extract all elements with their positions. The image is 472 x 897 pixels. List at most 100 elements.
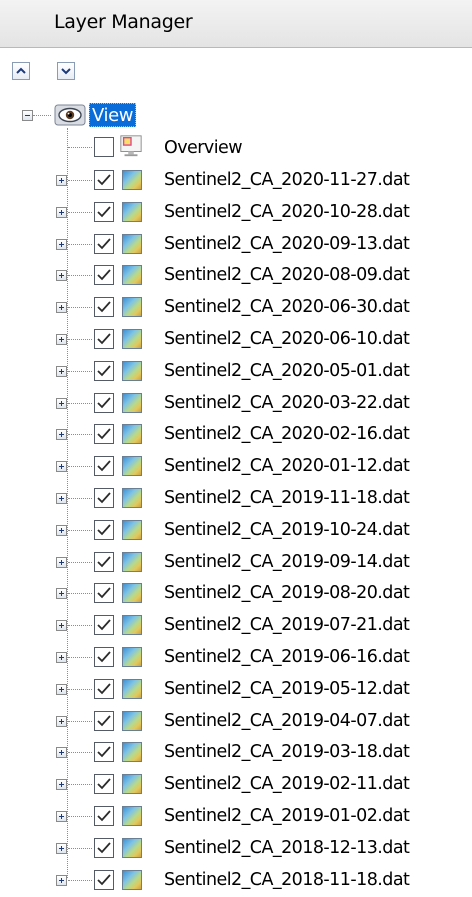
layer-expand-toggle[interactable] [56,302,67,313]
layer-visibility-checkbox[interactable] [94,552,114,572]
layer-visibility-checkbox[interactable] [94,615,114,635]
layer-visibility-checkbox[interactable] [94,234,114,254]
layer-visibility-checkbox[interactable] [94,265,114,285]
layer-expand-toggle[interactable] [56,525,67,536]
layer-expand-toggle[interactable] [56,779,67,790]
layer-visibility-checkbox[interactable] [94,424,114,444]
layer-label[interactable]: Sentinel2_CA_2020-11-27.dat [164,170,410,190]
layer-expand-toggle[interactable] [56,366,67,377]
tree-connector [68,593,92,594]
layer-label[interactable]: Sentinel2_CA_2020-06-10.dat [164,329,410,349]
layer-visibility-checkbox[interactable] [94,774,114,794]
raster-image-icon [122,838,142,858]
tree-connector [68,689,92,690]
layer-expand-toggle[interactable] [56,588,67,599]
layer-expand-toggle[interactable] [56,747,67,758]
layer-visibility-checkbox[interactable] [94,679,114,699]
layer-expand-toggle[interactable] [56,398,67,409]
layer-expand-toggle[interactable] [56,334,67,345]
layer-label[interactable]: Sentinel2_CA_2019-04-07.dat [164,711,410,731]
layer-visibility-checkbox[interactable] [94,170,114,190]
layer-visibility-checkbox[interactable] [94,711,114,731]
layer-label[interactable]: Sentinel2_CA_2019-02-11.dat [164,774,410,794]
raster-image-icon [122,202,142,222]
layer-label[interactable]: Sentinel2_CA_2020-10-28.dat [164,202,410,222]
layer-expand-toggle[interactable] [56,875,67,886]
layer-visibility-checkbox[interactable] [94,583,114,603]
chevron-down-icon [61,68,71,75]
layer-visibility-checkbox[interactable] [94,361,114,381]
layer-expand-toggle[interactable] [56,684,67,695]
layer-expand-toggle[interactable] [56,652,67,663]
raster-image-icon [122,615,142,635]
layer-visibility-checkbox[interactable] [94,806,114,826]
layer-label[interactable]: Sentinel2_CA_2020-03-22.dat [164,393,410,413]
layer-expand-toggle[interactable] [56,620,67,631]
raster-image-icon [122,393,142,413]
layer-label[interactable]: Sentinel2_CA_2019-11-18.dat [164,488,410,508]
layer-label[interactable]: Sentinel2_CA_2019-01-02.dat [164,806,410,826]
checkmark-icon [97,651,111,663]
layer-expand-toggle[interactable] [56,270,67,281]
layer-toolbar [0,48,472,92]
layer-label[interactable]: Sentinel2_CA_2018-12-13.dat [164,838,410,858]
layer-visibility-checkbox[interactable] [94,488,114,508]
raster-image-icon [122,265,142,285]
layer-expand-toggle[interactable] [56,239,67,250]
layer-visibility-checkbox[interactable] [94,393,114,413]
checkmark-icon [97,238,111,250]
layer-label[interactable]: Sentinel2_CA_2020-05-01.dat [164,361,410,381]
checkmark-icon [97,715,111,727]
layer-expand-toggle[interactable] [56,175,67,186]
move-layer-up-button[interactable] [12,62,30,80]
checkmark-icon [97,333,111,345]
layer-label[interactable]: Sentinel2_CA_2020-01-12.dat [164,456,410,476]
layer-visibility-checkbox[interactable] [94,456,114,476]
layer-expand-toggle[interactable] [56,429,67,440]
layer-label[interactable]: Sentinel2_CA_2020-09-13.dat [164,234,410,254]
tree-root-view[interactable]: View [89,103,137,127]
layer-expand-toggle[interactable] [56,207,67,218]
chevron-up-icon [16,67,26,74]
raster-image-icon [122,774,142,794]
layer-label[interactable]: Sentinel2_CA_2019-06-16.dat [164,647,410,667]
layer-visibility-checkbox[interactable] [94,297,114,317]
tree-connector [68,147,92,148]
layer-label[interactable]: Sentinel2_CA_2019-09-14.dat [164,552,410,572]
layer-expand-toggle[interactable] [56,811,67,822]
layer-visibility-checkbox[interactable] [94,742,114,762]
layer-expand-toggle[interactable] [56,461,67,472]
tree-connector [68,721,92,722]
layer-expand-toggle[interactable] [56,716,67,727]
layer-visibility-checkbox[interactable] [94,870,114,890]
tree-connector [68,339,92,340]
layer-expand-toggle[interactable] [56,557,67,568]
layer-label[interactable]: Sentinel2_CA_2019-05-12.dat [164,679,410,699]
layer-visibility-checkbox[interactable] [94,329,114,349]
layer-expand-toggle[interactable] [56,843,67,854]
layer-visibility-checkbox[interactable] [94,520,114,540]
overview-checkbox[interactable] [94,137,114,157]
view-collapse-toggle[interactable] [22,110,33,121]
raster-image-icon [122,806,142,826]
layer-expand-toggle[interactable] [56,493,67,504]
checkmark-icon [97,524,111,536]
tree-connector [68,562,92,563]
layer-label[interactable]: Sentinel2_CA_2019-08-20.dat [164,583,410,603]
layer-label[interactable]: Sentinel2_CA_2020-02-16.dat [164,424,410,444]
overview-label[interactable]: Overview [164,138,243,158]
layer-label[interactable]: Sentinel2_CA_2020-08-09.dat [164,265,410,285]
tree-connector [68,466,92,467]
raster-image-icon [122,297,142,317]
layer-label[interactable]: Sentinel2_CA_2018-11-18.dat [164,870,410,890]
layer-visibility-checkbox[interactable] [94,647,114,667]
layer-label[interactable]: Sentinel2_CA_2020-06-30.dat [164,297,410,317]
layer-visibility-checkbox[interactable] [94,838,114,858]
layer-manager-panel: Layer Manager View Overview Sentinel2_CA… [0,0,472,897]
checkmark-icon [97,746,111,758]
layer-label[interactable]: Sentinel2_CA_2019-03-18.dat [164,742,410,762]
move-layer-down-button[interactable] [57,62,75,80]
layer-label[interactable]: Sentinel2_CA_2019-10-24.dat [164,520,410,540]
layer-visibility-checkbox[interactable] [94,202,114,222]
layer-label[interactable]: Sentinel2_CA_2019-07-21.dat [164,615,410,635]
